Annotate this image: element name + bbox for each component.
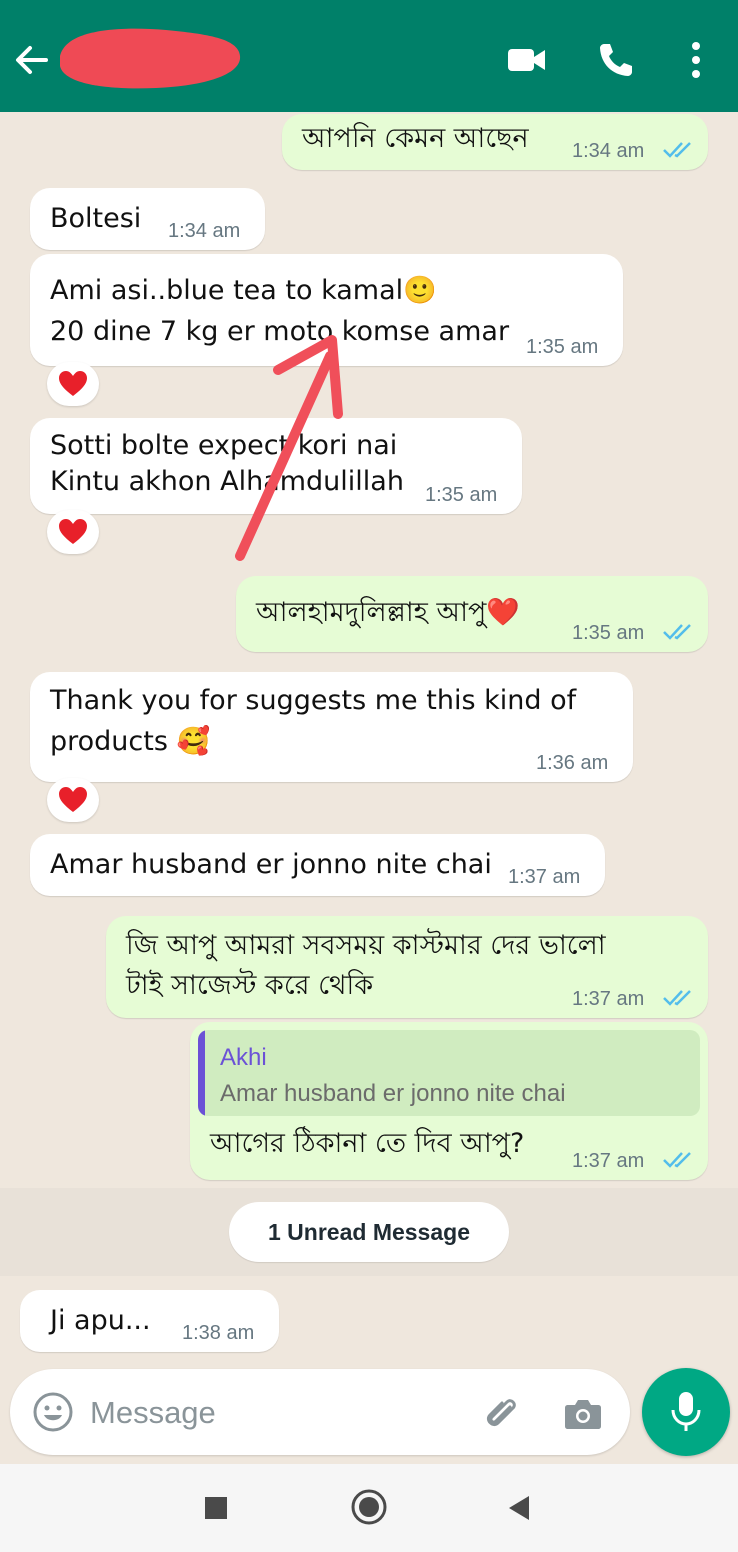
message-outgoing-reply[interactable]: Akhi Amar husband er jonno nite chai আগে… xyxy=(190,1022,708,1180)
red-heart-icon xyxy=(59,371,87,396)
message-outgoing[interactable]: আপনি কেমন আছেন 1:34 am xyxy=(282,114,708,170)
red-heart-icon xyxy=(59,519,87,544)
message-text: আলহামদুলিল্লাহ আপু❤️ xyxy=(256,597,520,628)
back-arrow-icon[interactable] xyxy=(12,40,52,80)
system-navigation-bar xyxy=(0,1464,738,1552)
reaction-badge[interactable] xyxy=(47,510,99,554)
message-text: আগের ঠিকানা তে দিব আপু? xyxy=(210,1128,525,1159)
message-outgoing[interactable]: আলহামদুলিল্লাহ আপু❤️ 1:35 am xyxy=(236,576,708,652)
message-time: 1:35 am xyxy=(526,336,599,358)
quote-accent-bar xyxy=(198,1030,205,1116)
read-ticks-icon xyxy=(663,142,691,158)
message-text: Ji apu... xyxy=(50,1305,151,1336)
voice-call-icon[interactable] xyxy=(594,38,638,82)
more-options-icon[interactable] xyxy=(676,38,720,82)
read-ticks-icon xyxy=(663,624,691,640)
message-incoming[interactable]: Ji apu... 1:38 am xyxy=(20,1290,279,1352)
message-text: Amar husband er jonno nite chai xyxy=(50,849,492,880)
read-ticks-icon xyxy=(663,990,691,1006)
message-time: 1:34 am xyxy=(572,140,645,162)
red-heart-icon xyxy=(59,787,87,812)
message-incoming[interactable]: Amar husband er jonno nite chai 1:37 am xyxy=(30,834,605,896)
message-input[interactable] xyxy=(88,1383,472,1443)
back-icon[interactable] xyxy=(507,1495,531,1521)
quote-author: Akhi xyxy=(220,1044,267,1071)
message-text: Ami asi..blue tea to kamal🙂 20 dine 7 kg… xyxy=(50,275,510,347)
chat-header xyxy=(0,0,738,112)
message-text: Sotti bolte expect kori nai Kintu akhon … xyxy=(50,430,404,497)
message-text: Thank you for suggests me this kind of p… xyxy=(50,685,577,757)
unread-messages-banner: 1 Unread Message xyxy=(229,1202,509,1262)
redaction-mark xyxy=(56,22,244,92)
video-call-icon[interactable] xyxy=(504,38,548,82)
message-incoming[interactable]: Ami asi..blue tea to kamal🙂 20 dine 7 kg… xyxy=(30,254,623,366)
message-incoming[interactable]: Thank you for suggests me this kind of p… xyxy=(30,672,633,782)
home-icon[interactable] xyxy=(351,1489,387,1525)
message-incoming[interactable]: Boltesi 1:34 am xyxy=(30,188,265,250)
message-text: Boltesi xyxy=(50,203,142,234)
message-time: 1:37 am xyxy=(508,866,581,888)
quote-text: Amar husband er jonno nite chai xyxy=(220,1080,566,1107)
camera-icon[interactable] xyxy=(562,1393,604,1435)
reaction-badge[interactable] xyxy=(47,778,99,822)
message-time: 1:36 am xyxy=(536,752,609,774)
message-outgoing[interactable]: জি আপু আমরা সবসময় কাস্টমার দের ভালো টাই… xyxy=(106,916,708,1018)
message-time: 1:38 am xyxy=(182,1322,255,1344)
message-text: জি আপু আমরা সবসময় কাস্টমার দের ভালো টাই… xyxy=(126,930,606,1001)
message-time: 1:37 am xyxy=(572,1150,645,1172)
mic-icon xyxy=(671,1392,701,1431)
chat-area[interactable]: আপনি কেমন আছেন 1:34 am Boltesi 1:34 am A… xyxy=(0,112,738,1366)
read-ticks-icon xyxy=(663,1152,691,1168)
recent-apps-icon[interactable] xyxy=(204,1496,228,1520)
message-time: 1:35 am xyxy=(425,484,498,506)
message-incoming[interactable]: Sotti bolte expect kori nai Kintu akhon … xyxy=(30,418,522,514)
message-time: 1:37 am xyxy=(572,988,645,1010)
reaction-badge[interactable] xyxy=(47,362,99,406)
message-time: 1:35 am xyxy=(572,622,645,644)
quoted-message[interactable]: Akhi Amar husband er jonno nite chai xyxy=(198,1030,700,1116)
message-composer xyxy=(10,1369,630,1455)
message-time: 1:34 am xyxy=(168,220,241,242)
emoji-icon[interactable] xyxy=(32,1391,74,1433)
attach-icon[interactable] xyxy=(480,1393,522,1435)
mic-button[interactable] xyxy=(642,1368,730,1456)
message-text: আপনি কেমন আছেন xyxy=(302,123,529,154)
